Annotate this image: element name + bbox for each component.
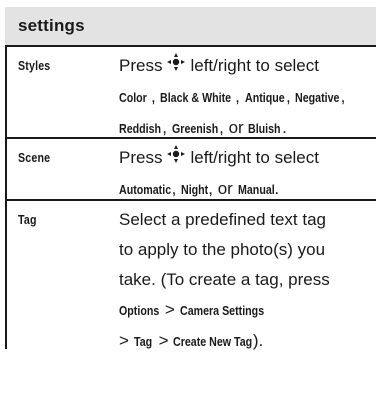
or-text: or: [217, 178, 233, 198]
tag-line-2: to apply to the photo(s) you: [119, 240, 326, 259]
table-title: settings: [18, 16, 85, 35]
row-border-left: [5, 201, 7, 349]
action-text: left/right to select: [190, 56, 319, 75]
path-tag: Tag: [133, 334, 152, 349]
row-border-left: [5, 139, 7, 199]
row-description-tag: Select a predefined text tag to apply to…: [119, 205, 375, 357]
path-create-new-tag: Create New Tag: [173, 334, 253, 349]
row-description-scene: Press left/right to select Automatic, Nig…: [119, 143, 375, 205]
row-label-styles: Styles: [18, 58, 51, 73]
row-label-tag: Tag: [18, 212, 37, 227]
settings-table: settings Styles Press left/right to selec…: [5, 7, 376, 350]
or-text: or: [228, 117, 244, 137]
tag-line-3: take. (To create a tag, press: [119, 270, 330, 289]
nav-key-icon: [166, 52, 186, 82]
path-separator: >: [119, 331, 129, 350]
table-row-tag: Tag Select a predefined text tag to appl…: [5, 201, 376, 350]
path-tail: ).: [252, 331, 264, 350]
option-antique: Antique: [244, 89, 285, 105]
press-text: Press: [119, 56, 163, 75]
option-black-white: Black & White: [160, 89, 232, 105]
option-color: Color: [119, 89, 147, 105]
path-separator: >: [158, 331, 169, 350]
option-negative: Negative: [295, 89, 340, 105]
path-options: Options: [119, 303, 160, 318]
path-separator: >: [164, 300, 175, 319]
tag-line-1: Select a predefined text tag: [119, 210, 326, 229]
row-description-styles: Press left/right to select Color, Black &…: [119, 51, 375, 144]
action-text: left/right to select: [190, 148, 319, 167]
press-text: Press: [119, 148, 163, 167]
table-header: settings: [5, 7, 376, 47]
table-row-scene: Scene Press left/right to select Automati…: [5, 139, 376, 201]
path-camera-settings: Camera Settings: [179, 303, 264, 318]
nav-key-icon: [166, 144, 186, 174]
row-border-left: [5, 47, 7, 137]
table-row-styles: Styles Press left/right to select Color, …: [5, 47, 376, 139]
row-label-scene: Scene: [18, 150, 51, 165]
